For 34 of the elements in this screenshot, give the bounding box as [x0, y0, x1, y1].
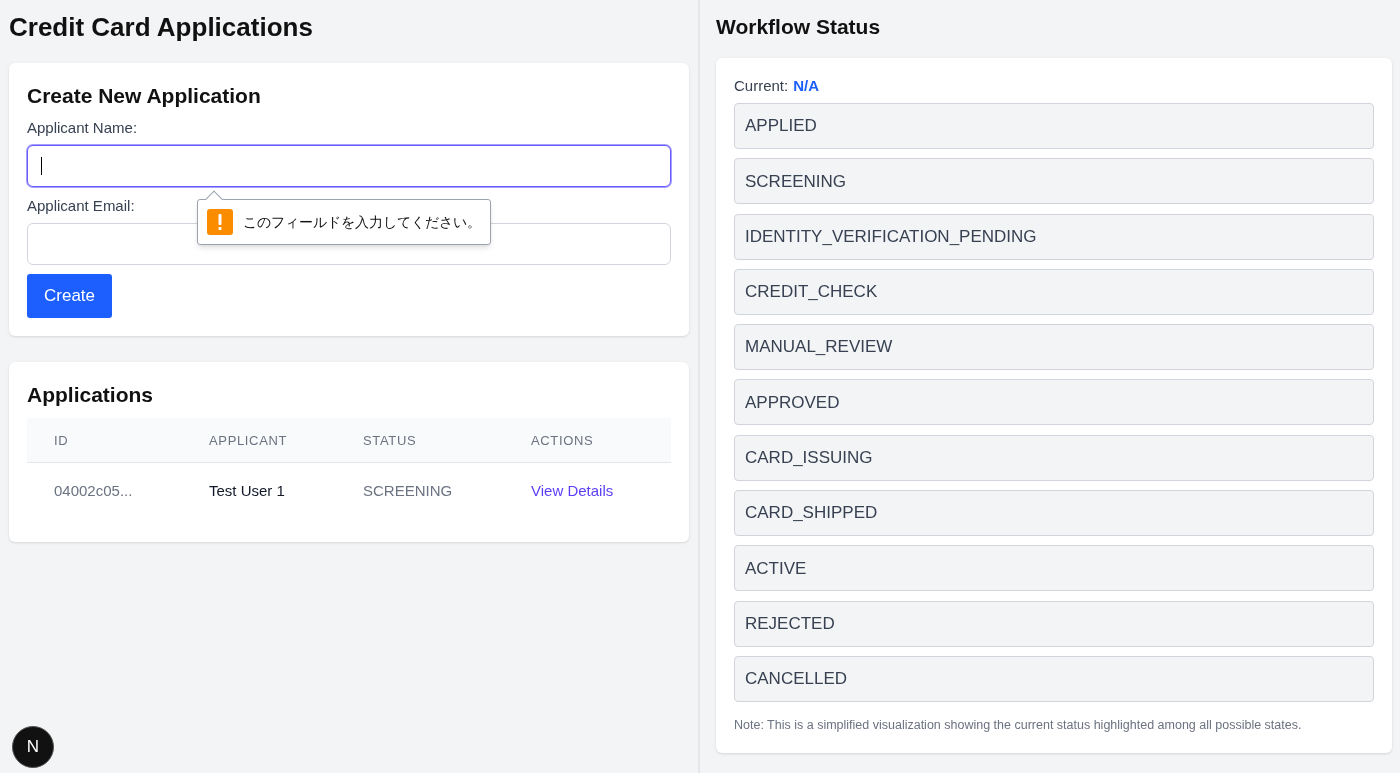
- column-header: STATUS: [363, 432, 417, 448]
- input-field[interactable]: [27, 145, 671, 187]
- status-step: CANCELLED: [734, 655, 1374, 702]
- text-cursor: [41, 157, 42, 175]
- status-step: CARD_ISSUING: [734, 434, 1374, 481]
- page-title: Credit Card Applications: [9, 12, 313, 42]
- current-label: Current:: [734, 76, 789, 96]
- column-header: ACTIONS: [531, 432, 594, 448]
- status-step: APPLIED: [734, 103, 1374, 149]
- status-step: CREDIT_CHECK: [734, 268, 1374, 315]
- status-step: MANUAL_REVIEW: [734, 324, 1374, 371]
- table-cell: SCREENING: [363, 482, 453, 500]
- card-title: Applications: [27, 382, 153, 408]
- table-cell: 04002c05...: [54, 482, 133, 500]
- table-cell: Test User 1: [209, 482, 285, 500]
- current-value: N/A: [793, 76, 820, 96]
- warning-icon: [207, 209, 233, 235]
- status-step: APPROVED: [734, 379, 1374, 426]
- field-label: Applicant Email:: [27, 196, 135, 216]
- field-label: Applicant Name:: [27, 118, 138, 138]
- column-header: APPLICANT: [209, 432, 288, 448]
- tooltip-text: このフィールドを入力してください。: [243, 212, 481, 232]
- note-text: Note: This is a simplified visualization showing the current status highlighted among all possible states.: [734, 716, 1303, 734]
- panel-title: Workflow Status: [716, 14, 881, 40]
- card-title: Create New Application: [27, 83, 261, 109]
- status-step: ACTIVE: [734, 545, 1374, 592]
- column-header: ID: [54, 432, 69, 448]
- status-step: REJECTED: [734, 600, 1374, 647]
- view-details-link[interactable]: View Details: [531, 482, 614, 500]
- status-step: CARD_SHIPPED: [734, 490, 1374, 537]
- create-button[interactable]: Create: [27, 274, 113, 318]
- dev-badge[interactable]: N: [12, 726, 54, 768]
- status-step: IDENTITY_VERIFICATION_PENDING: [734, 213, 1374, 260]
- status-step: SCREENING: [734, 158, 1374, 205]
